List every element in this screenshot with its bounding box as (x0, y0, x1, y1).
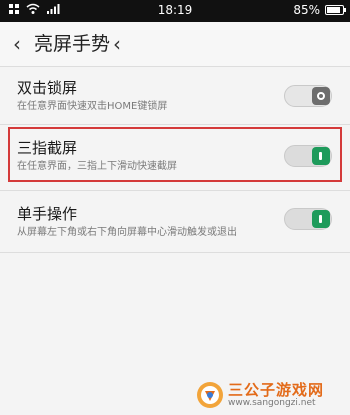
watermark-name: 三公子游戏网 (228, 381, 325, 399)
row-divider (0, 124, 350, 125)
nav-divider (0, 66, 350, 67)
nav-bar: ‹ 亮屏手势 ‹ (0, 22, 350, 66)
watermark: 三公子游戏网 www.sangongzi.net (196, 377, 346, 413)
status-bar: 18:19 85% (0, 0, 350, 22)
watermark-logo-icon (197, 382, 223, 408)
battery-fill (327, 7, 340, 13)
toggle-on-icon (319, 215, 322, 223)
double-tap-lock-toggle[interactable] (284, 85, 332, 107)
back-button[interactable]: ‹ (6, 32, 28, 56)
setting-row-one-hand-mode[interactable]: 单手操作 从屏幕左下角或右下角向屏幕中心滑动触发或退出 (0, 194, 350, 248)
setting-row-double-tap-lock[interactable]: 双击锁屏 在任意界面快速双击HOME键锁屏 (0, 70, 350, 122)
toggle-off-icon (317, 92, 325, 100)
setting-title: 单手操作 (17, 205, 78, 223)
row-divider (0, 190, 350, 191)
chevron-left-icon: ‹ (113, 32, 121, 56)
one-hand-mode-toggle[interactable] (284, 208, 332, 230)
setting-description: 从屏幕左下角或右下角向屏幕中心滑动触发或退出 (17, 227, 237, 238)
toggle-knob (312, 210, 330, 228)
battery-percentage: 85% (293, 3, 320, 17)
setting-title: 双击锁屏 (17, 79, 78, 97)
row-divider (0, 252, 350, 253)
battery-icon (325, 5, 346, 15)
watermark-url: www.sangongzi.net (228, 398, 316, 408)
page-title: 亮屏手势 (34, 33, 111, 55)
setting-description: 在任意界面快速双击HOME键锁屏 (17, 101, 168, 112)
highlight-box (8, 127, 342, 182)
toggle-knob (312, 87, 330, 105)
